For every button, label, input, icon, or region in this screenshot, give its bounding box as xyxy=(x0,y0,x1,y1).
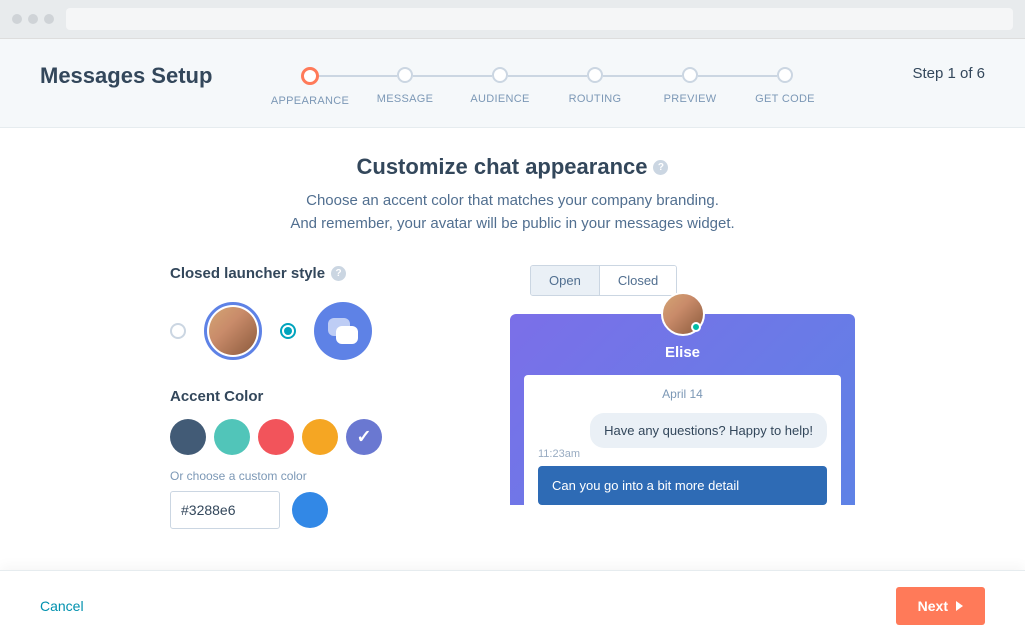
custom-color-row xyxy=(170,491,470,529)
avatar-image xyxy=(209,307,257,355)
section-title: Customize chat appearance ? xyxy=(357,154,669,180)
custom-color-preview[interactable] xyxy=(292,492,328,528)
step-get-code[interactable]: GET CODE xyxy=(738,67,833,105)
traffic-light-minimize[interactable] xyxy=(28,14,38,24)
step-circle-icon xyxy=(397,67,413,83)
page-title: Messages Setup xyxy=(40,63,260,89)
step-message[interactable]: MESSAGE xyxy=(358,67,453,105)
accent-color-label: Accent Color xyxy=(170,388,470,405)
hex-input[interactable] xyxy=(170,491,280,529)
step-circle-icon xyxy=(301,67,319,85)
section-subtitle: Choose an accent color that matches your… xyxy=(60,190,965,235)
step-label: MESSAGE xyxy=(377,93,434,105)
settings-column: Closed launcher style ? Accent Color xyxy=(170,265,470,529)
agent-avatar xyxy=(661,292,705,336)
online-status-icon xyxy=(691,322,701,332)
step-label: ROUTING xyxy=(569,93,622,105)
preview-avatar-container xyxy=(661,292,705,336)
step-label: PREVIEW xyxy=(664,93,717,105)
launcher-avatar-option[interactable] xyxy=(204,302,262,360)
preview-column: Open Closed Elise April 14 Have any ques… xyxy=(510,265,855,529)
preview-toggle: Open Closed xyxy=(530,265,677,296)
cancel-link[interactable]: Cancel xyxy=(40,598,84,614)
setup-stepper: APPEARANCE MESSAGE AUDIENCE ROUTING PREV… xyxy=(260,63,835,107)
step-connector xyxy=(508,75,588,77)
window-controls xyxy=(12,14,54,24)
swatch[interactable] xyxy=(258,419,294,455)
custom-color-label: Or choose a custom color xyxy=(170,469,470,483)
message-timestamp: 11:23am xyxy=(538,448,827,460)
step-connector xyxy=(603,75,683,77)
outgoing-message: Can you go into a bit more detail xyxy=(538,466,827,505)
launcher-radio-avatar[interactable] xyxy=(170,323,186,339)
step-circle-icon xyxy=(492,67,508,83)
chat-body: April 14 Have any questions? Happy to he… xyxy=(524,375,841,505)
step-connector xyxy=(318,75,398,77)
wizard-footer: Cancel Next xyxy=(0,570,1025,641)
launcher-radio-icon[interactable] xyxy=(280,323,296,339)
incoming-message: Have any questions? Happy to help! xyxy=(590,413,827,448)
step-audience[interactable]: AUDIENCE xyxy=(453,67,548,105)
swatch[interactable] xyxy=(214,419,250,455)
traffic-light-zoom[interactable] xyxy=(44,14,54,24)
chat-bubbles-icon xyxy=(328,318,358,344)
step-routing[interactable]: ROUTING xyxy=(548,67,643,105)
toggle-open-button[interactable]: Open xyxy=(531,266,599,295)
browser-chrome xyxy=(0,0,1025,39)
chat-date: April 14 xyxy=(538,387,827,401)
address-bar[interactable] xyxy=(66,8,1013,30)
subtitle-line: And remember, your avatar will be public… xyxy=(60,213,965,236)
launcher-style-label: Closed launcher style ? xyxy=(170,265,470,282)
subtitle-line: Choose an accent color that matches your… xyxy=(60,190,965,213)
main-content: Customize chat appearance ? Choose an ac… xyxy=(0,128,1025,568)
step-connector xyxy=(698,75,778,77)
step-circle-icon xyxy=(777,67,793,83)
launcher-options xyxy=(170,302,470,360)
next-button[interactable]: Next xyxy=(896,587,985,625)
step-label: GET CODE xyxy=(755,93,815,105)
chat-preview-widget: Elise April 14 Have any questions? Happy… xyxy=(510,314,855,505)
step-connector xyxy=(413,75,493,77)
section-title-text: Customize chat appearance xyxy=(357,154,648,180)
page-header: Messages Setup APPEARANCE MESSAGE AUDIEN… xyxy=(0,39,1025,128)
step-label: APPEARANCE xyxy=(271,95,349,107)
step-counter: Step 1 of 6 xyxy=(835,63,985,82)
launcher-chat-icon-option[interactable] xyxy=(314,302,372,360)
help-icon[interactable]: ? xyxy=(653,160,668,175)
swatch[interactable] xyxy=(302,419,338,455)
step-preview[interactable]: PREVIEW xyxy=(643,67,738,105)
toggle-closed-button[interactable]: Closed xyxy=(599,266,676,295)
accent-swatches xyxy=(170,419,470,455)
step-appearance[interactable]: APPEARANCE xyxy=(263,67,358,107)
swatch[interactable] xyxy=(170,419,206,455)
help-icon[interactable]: ? xyxy=(331,266,346,281)
swatch-selected[interactable] xyxy=(346,419,382,455)
step-circle-icon xyxy=(587,67,603,83)
traffic-light-close[interactable] xyxy=(12,14,22,24)
step-label: AUDIENCE xyxy=(470,93,529,105)
step-circle-icon xyxy=(682,67,698,83)
